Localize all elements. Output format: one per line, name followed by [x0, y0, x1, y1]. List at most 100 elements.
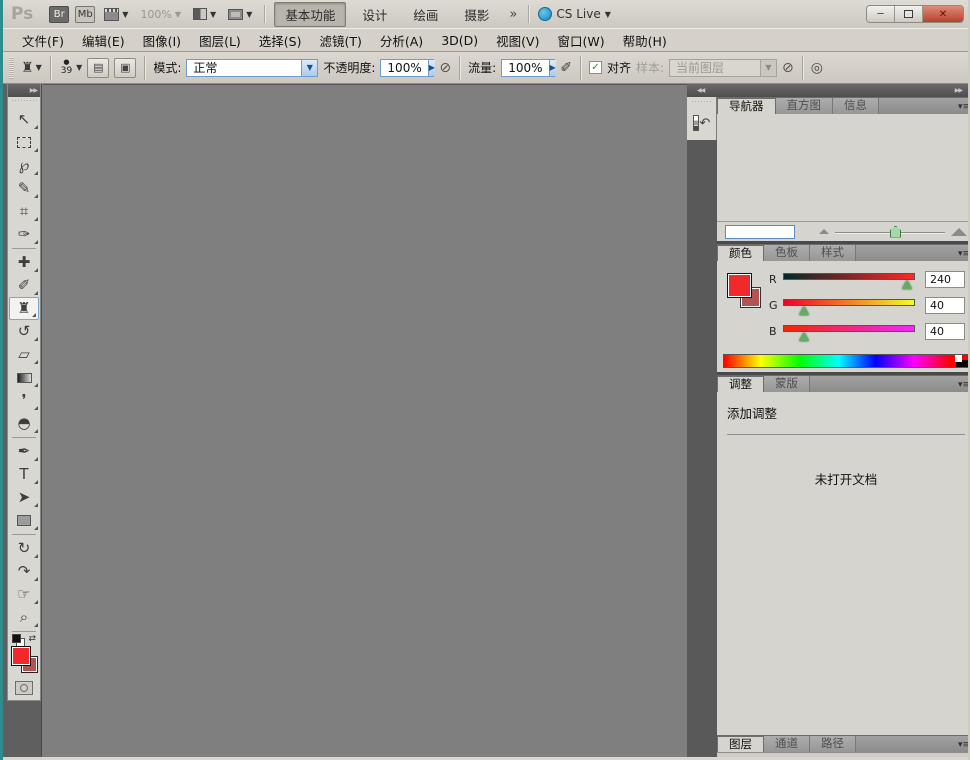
minimize-button[interactable]: ─: [867, 6, 895, 22]
menu-filter[interactable]: 滤镜(T): [310, 29, 370, 52]
hand-tool[interactable]: ☞: [8, 583, 40, 606]
sample-select[interactable]: 当前图层 ▼: [669, 59, 777, 77]
menu-layer[interactable]: 图层(L): [190, 29, 250, 52]
opacity-input[interactable]: 100% ▶: [380, 59, 434, 77]
collapse-dock-icon[interactable]: ▶▶: [955, 87, 962, 94]
menu-select[interactable]: 选择(S): [250, 29, 311, 52]
expand-dock-icon[interactable]: ◀◀: [697, 87, 704, 94]
tab-layers[interactable]: 图层: [717, 736, 764, 752]
tab-masks[interactable]: 蒙版: [764, 376, 810, 392]
menu-edit[interactable]: 编辑(E): [73, 29, 134, 52]
panel-foreground-swatch[interactable]: [727, 273, 752, 298]
zoom-tool[interactable]: ⌕: [8, 606, 40, 629]
tab-paths[interactable]: 路径: [810, 736, 856, 752]
blue-slider-thumb[interactable]: [799, 332, 809, 341]
clone-stamp-tool[interactable]: ♜: [9, 297, 39, 320]
3d-orbit-tool[interactable]: ↷: [8, 560, 40, 583]
dodge-tool[interactable]: ◓: [8, 412, 40, 435]
blur-tool[interactable]: ❜: [8, 389, 40, 412]
zoom-level-dropdown[interactable]: 100% ▼: [137, 8, 184, 21]
tab-histogram[interactable]: 直方图: [776, 98, 834, 114]
default-colors-icon[interactable]: [12, 634, 21, 643]
ignore-adjustment-layers-icon[interactable]: ⊘: [782, 60, 794, 76]
eraser-tool[interactable]: ▱: [8, 343, 40, 366]
move-tool[interactable]: ↖: [8, 108, 40, 131]
navigator-zoom-slider[interactable]: [835, 225, 945, 239]
tools-collapse-button[interactable]: ▶▶: [8, 84, 40, 97]
crop-tool[interactable]: ⌗: [8, 200, 40, 223]
path-selection-tool[interactable]: ➤: [8, 486, 40, 509]
red-channel-slider[interactable]: [783, 271, 915, 287]
tab-channels[interactable]: 通道: [764, 736, 810, 752]
blue-value-input[interactable]: 40: [925, 323, 965, 340]
menu-file[interactable]: 文件(F): [13, 29, 73, 52]
tab-styles[interactable]: 样式: [810, 245, 856, 261]
launch-bridge-button[interactable]: Br: [49, 6, 69, 23]
zoom-in-icon[interactable]: [951, 228, 967, 236]
menu-view[interactable]: 视图(V): [487, 29, 548, 52]
quick-selection-tool[interactable]: ✎: [8, 177, 40, 200]
workspace-painting-button[interactable]: 绘画: [403, 3, 448, 26]
menu-image[interactable]: 图像(I): [134, 29, 190, 52]
pen-tool[interactable]: ✒: [8, 440, 40, 463]
workspace-essentials-button[interactable]: 基本功能: [274, 2, 346, 27]
menu-help[interactable]: 帮助(H): [614, 29, 676, 52]
red-slider-thumb[interactable]: [902, 280, 912, 289]
tab-adjustments[interactable]: 调整: [717, 376, 764, 392]
flow-input[interactable]: 100% ▶: [501, 59, 555, 77]
lasso-tool[interactable]: ℘: [8, 154, 40, 177]
workspace-design-button[interactable]: 设计: [352, 3, 397, 26]
cs-live-button[interactable]: CS Live ▼: [538, 7, 610, 21]
gradient-tool[interactable]: [8, 366, 40, 389]
menu-3d[interactable]: 3D(D): [432, 31, 487, 50]
tab-info[interactable]: 信息: [833, 98, 879, 114]
red-value-input[interactable]: 240: [925, 271, 965, 288]
green-value-input[interactable]: 40: [925, 297, 965, 314]
spectrum-white-swatch[interactable]: [955, 355, 962, 362]
blue-channel-slider[interactable]: [783, 323, 915, 339]
menu-window[interactable]: 窗口(W): [548, 29, 613, 52]
workspace-photography-button[interactable]: 摄影: [454, 3, 499, 26]
history-panel-button[interactable]: ↶: [689, 112, 714, 134]
menu-analysis[interactable]: 分析(A): [371, 29, 432, 52]
tablet-pressure-size-icon[interactable]: ◎: [811, 60, 823, 76]
restore-button[interactable]: [895, 6, 923, 22]
history-brush-tool[interactable]: ↺: [8, 320, 40, 343]
screen-mode-button[interactable]: ▼: [225, 9, 255, 20]
quick-mask-button[interactable]: [8, 676, 40, 700]
tab-swatches[interactable]: 色板: [764, 245, 810, 261]
close-button[interactable]: ✕: [923, 6, 963, 22]
spot-healing-brush-tool[interactable]: ✚: [8, 251, 40, 274]
toggle-clone-source-panel-button[interactable]: ▣: [114, 58, 136, 78]
foreground-color-swatch[interactable]: [11, 646, 31, 666]
swap-colors-icon[interactable]: ⇄: [28, 634, 36, 644]
tab-navigator[interactable]: 导航器: [717, 98, 776, 114]
launch-mini-bridge-button[interactable]: Mb: [75, 6, 95, 23]
brush-tool[interactable]: ✐: [8, 274, 40, 297]
blend-mode-select[interactable]: 正常 ▼: [186, 59, 318, 77]
tab-color[interactable]: 颜色: [717, 245, 764, 261]
color-spectrum-ramp[interactable]: [723, 354, 969, 368]
tablet-opacity-icon[interactable]: ⊘: [439, 60, 451, 76]
eyedropper-tool[interactable]: ✑: [8, 223, 40, 246]
rectangular-marquee-tool[interactable]: [8, 131, 40, 154]
view-extras-button[interactable]: ▼: [101, 8, 131, 21]
strip-grip[interactable]: [691, 100, 712, 108]
workspace-overflow-button[interactable]: »: [505, 7, 519, 22]
navigator-zoom-input[interactable]: [725, 225, 795, 239]
tools-grip[interactable]: [11, 99, 37, 108]
zoom-out-icon[interactable]: [819, 229, 829, 234]
tool-preset-picker[interactable]: ♜ ▼: [21, 60, 42, 76]
toggle-brush-panel-button[interactable]: ▤: [87, 58, 109, 78]
options-bar-grip[interactable]: [9, 57, 14, 79]
rectangle-tool[interactable]: [8, 509, 40, 532]
3d-rotate-tool[interactable]: ↻: [8, 537, 40, 560]
airbrush-toggle-icon[interactable]: ✐: [560, 60, 572, 76]
slider-thumb[interactable]: [890, 226, 901, 238]
green-channel-slider[interactable]: [783, 297, 915, 313]
arrange-documents-button[interactable]: ▼: [190, 8, 219, 20]
brush-preset-picker[interactable]: ● 39 ▼: [59, 59, 83, 76]
type-tool[interactable]: T: [8, 463, 40, 486]
green-slider-thumb[interactable]: [799, 306, 809, 315]
aligned-checkbox[interactable]: ✓: [589, 61, 602, 74]
